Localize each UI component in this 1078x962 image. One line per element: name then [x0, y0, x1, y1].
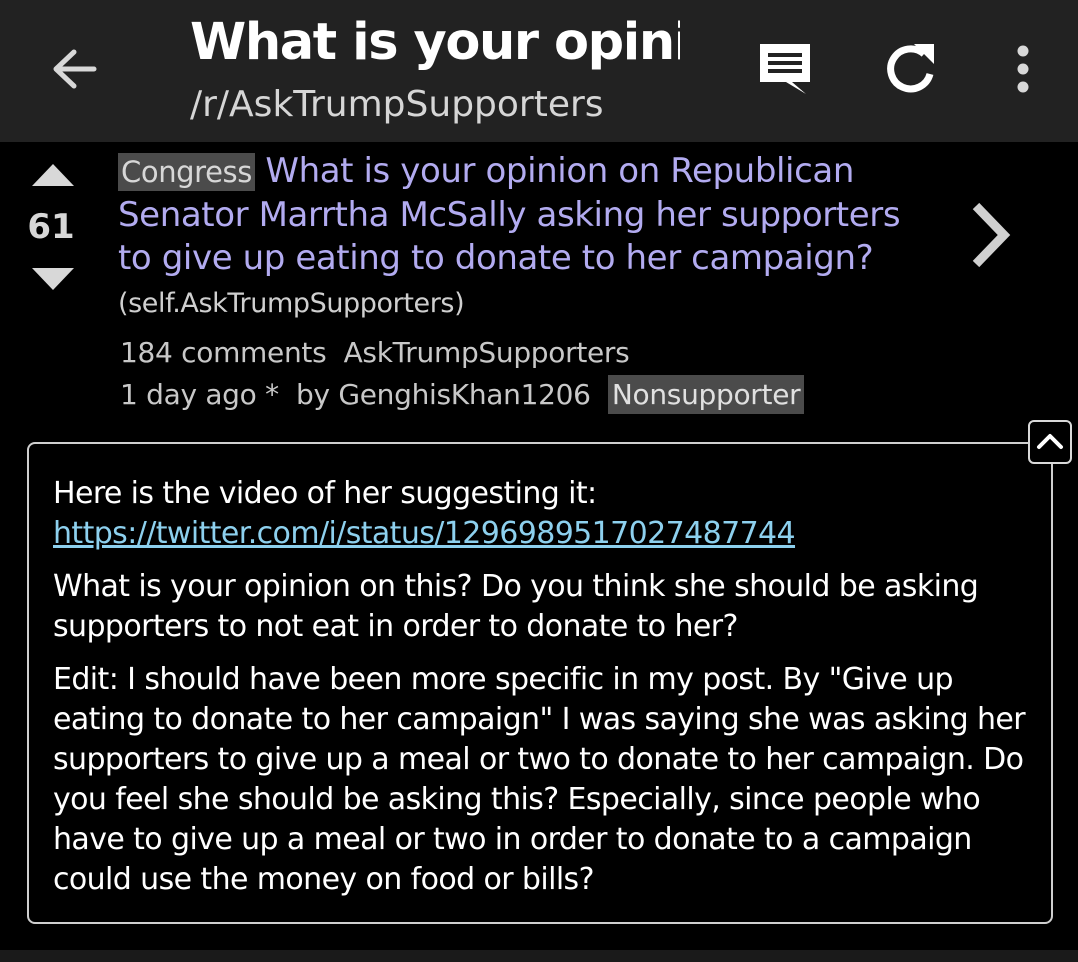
collapse-selftext-button[interactable] [1028, 420, 1072, 464]
post-title-block: Congress What is your opinion on Republi… [118, 150, 918, 325]
back-arrow-icon[interactable] [44, 40, 104, 100]
selftext-body: Here is the video of her suggesting it: … [53, 474, 1033, 913]
post-meta-line1: 184 comments AskTrumpSupporters [120, 332, 630, 374]
bottom-divider [0, 950, 1078, 962]
author-link[interactable]: GenghisKhan1206 [338, 378, 591, 411]
refresh-icon[interactable] [878, 36, 944, 102]
selftext-paragraph-2: What is your opinion on this? Do you thi… [53, 569, 979, 644]
toolbar-subtitle[interactable]: /r/AskTrumpSupporters [190, 80, 604, 130]
post-meta-line2: 1 day ago * by GenghisKhan1206 Nonsuppor… [120, 374, 805, 416]
toolbar-title-container: What is your opinion on Republican Senat… [190, 10, 680, 76]
downvote-arrow-icon[interactable] [28, 262, 78, 294]
author-flair: Nonsupporter [607, 375, 805, 414]
post-age: 1 day ago * [120, 378, 279, 411]
upvote-arrow-icon[interactable] [28, 160, 78, 192]
post-score: 61 [27, 207, 75, 247]
post-flair: Congress [118, 153, 255, 191]
comment-count[interactable]: 184 comments [120, 336, 327, 369]
chevron-up-icon [1037, 434, 1063, 449]
selftext-intro: Here is the video of her suggesting it: [53, 476, 597, 511]
selftext-paragraph-1: Here is the video of her suggesting it: … [53, 474, 1033, 554]
more-vert-icon[interactable] [990, 36, 1056, 102]
comments-icon[interactable] [752, 36, 818, 102]
subreddit-link[interactable]: AskTrumpSupporters [344, 336, 630, 369]
by-label: by [295, 378, 330, 411]
twitter-link[interactable]: https://twitter.com/i/status/12969895170… [53, 516, 796, 551]
selftext-paragraph-3: Edit: I should have been more specific i… [53, 662, 1026, 897]
selftext-box: Here is the video of her suggesting it: … [27, 442, 1053, 924]
toolbar: What is your opinion on Republican Senat… [0, 0, 1078, 142]
chevron-right-icon[interactable] [962, 198, 1018, 272]
toolbar-title: What is your opinion on Republican Senat… [190, 13, 680, 72]
post-domain[interactable]: (self.AskTrumpSupporters) [118, 288, 465, 319]
